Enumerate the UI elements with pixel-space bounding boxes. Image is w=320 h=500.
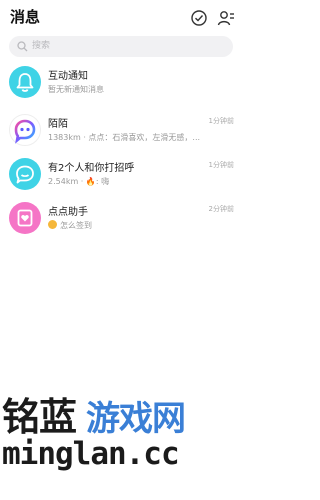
item-name: 互动通知 <box>48 71 88 82</box>
momo-logo-icon <box>14 119 36 144</box>
item-name: 有2个人和你打招呼 <box>48 163 135 174</box>
item-preview-text: 怎么签到 <box>60 221 92 230</box>
item-name: 陌陌 <box>48 119 68 130</box>
chat-check-icon[interactable] <box>190 9 208 27</box>
item-preview: 2.54km · 🔥: 嗨 <box>48 176 109 187</box>
list-item-greetings[interactable]: 有2个人和你打招呼 2.54km · 🔥: 嗨 1分钟前 <box>0 154 242 202</box>
app-header: 消息 <box>0 0 242 36</box>
assistant-badge-icon <box>48 220 57 229</box>
item-time: 2分钟前 <box>208 205 234 213</box>
avatar <box>9 158 41 190</box>
chat-bubble-icon <box>16 165 34 184</box>
fire-icon: 🔥 <box>85 177 96 186</box>
watermark-brand: 铭蓝 <box>2 395 77 439</box>
item-time: 1分钟前 <box>208 117 234 125</box>
item-time: 1分钟前 <box>208 161 234 169</box>
list-item-diandian-assistant[interactable]: 点点助手 怎么签到 2分钟前 <box>0 198 242 246</box>
item-preview: 怎么签到 <box>48 220 92 231</box>
item-preview: 1383km · 点点：石滑喜欢，左滑无感，... <box>48 133 201 142</box>
watermark-title: 铭蓝 游戏网 <box>2 386 186 441</box>
search-input[interactable]: 搜索 <box>9 36 233 57</box>
item-preview-text: : 嗨 <box>95 177 110 186</box>
item-distance: 2.54km · <box>48 177 86 186</box>
search-icon <box>17 41 28 52</box>
avatar <box>9 114 41 146</box>
bell-icon <box>16 73 34 92</box>
avatar <box>9 66 41 98</box>
list-item-momo[interactable]: 陌陌 1383km · 点点：石滑喜欢，左滑无感，... 1分钟前 <box>0 110 242 158</box>
item-preview: 暂无新通知消息 <box>48 85 104 94</box>
watermark: 铭蓝 游戏网 minglan.cc <box>0 378 242 500</box>
item-name: 点点助手 <box>48 207 88 218</box>
watermark-domain: minglan.cc <box>2 436 180 472</box>
avatar <box>9 202 41 234</box>
page-title: 消息 <box>10 8 41 26</box>
list-item-interaction-notice[interactable]: 互动通知 暂无新通知消息 <box>0 62 242 110</box>
watermark-site: 游戏网 <box>86 399 186 439</box>
search-placeholder: 搜索 <box>32 41 51 51</box>
contacts-icon[interactable] <box>217 9 235 27</box>
heart-card-icon <box>17 209 33 227</box>
